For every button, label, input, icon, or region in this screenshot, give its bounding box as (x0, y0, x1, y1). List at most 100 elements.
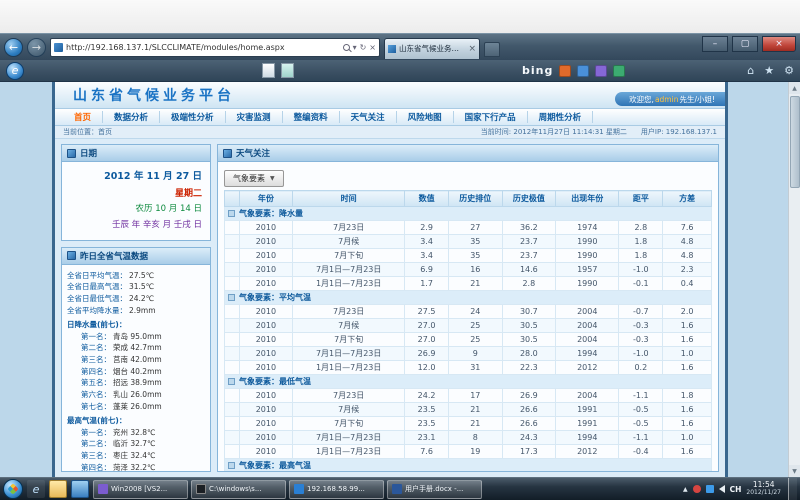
task-buttons: Win2008 [VS2...C:\windows\s...192.168.58… (93, 480, 482, 499)
table-row[interactable]: 20107月候27.02530.52004-0.31.6 (225, 319, 712, 333)
table-row[interactable]: 20107月下旬23.52126.61991-0.51.6 (225, 417, 712, 431)
clock[interactable]: 11:54 2012/11/27 (746, 481, 783, 497)
nav-item-2[interactable]: 极端性分析 (160, 111, 226, 123)
group-title: 气象要素：最低气温 (239, 377, 311, 386)
expand-icon[interactable] (228, 210, 235, 217)
table-row[interactable]: 20107月候3.43523.719901.84.8 (225, 235, 712, 249)
column-header[interactable]: 时间 (293, 191, 405, 207)
taskbar-explorer-icon[interactable] (49, 480, 67, 498)
rank-item: 第七名：蓬莱 26.0mm (67, 401, 205, 413)
search-icon[interactable] (343, 44, 350, 51)
column-header[interactable]: 距平 (619, 191, 663, 207)
taskbar-task-1[interactable]: C:\windows\s... (191, 480, 286, 499)
nav-item-0[interactable]: 首页 (63, 111, 103, 123)
tray-status-icon[interactable] (693, 485, 701, 493)
scroll-up-icon[interactable]: ▲ (789, 82, 800, 94)
page-body: 日期 2012 年 11 月 27 日 星期二 农历 10 月 14 日 壬辰 … (55, 139, 725, 477)
tools-gear-icon[interactable]: ⚙ (784, 64, 794, 77)
table-group-row[interactable]: 气象要素：最高气温 (225, 459, 712, 473)
table-row[interactable]: 20107月下旬3.43523.719901.84.8 (225, 249, 712, 263)
page-favicon-icon (54, 43, 63, 52)
taskbar-task-3[interactable]: 用户手册.docx -... (387, 480, 482, 499)
refresh-icon[interactable]: ↻ (360, 43, 367, 52)
weather-panel-header: 昨日全省气温数据 (62, 248, 210, 265)
bing-logo[interactable]: bing (522, 64, 553, 77)
nav-item-8[interactable]: 周期性分析 (528, 111, 594, 123)
taskbar-app-icon[interactable] (71, 480, 89, 498)
column-header[interactable]: 年份 (239, 191, 293, 207)
column-header-blank (225, 191, 240, 207)
taskbar-task-0[interactable]: Win2008 [VS2... (93, 480, 188, 499)
favorites-bar-icon[interactable] (595, 65, 607, 77)
taskbar-ie-icon[interactable]: e (27, 480, 45, 498)
user-ip: 用户IP: 192.168.137.1 (641, 127, 717, 137)
maximize-button[interactable]: ▢ (732, 36, 758, 52)
favorites-star-icon[interactable]: ★ (764, 64, 774, 77)
tab-close-icon[interactable]: × (468, 44, 476, 54)
favorites-bar-icon[interactable] (613, 65, 625, 77)
scrollbar-thumb[interactable] (790, 96, 800, 188)
element-filter-label: 气象要素 (233, 173, 265, 184)
column-header[interactable]: 历史极值 (502, 191, 556, 207)
scroll-down-icon[interactable]: ▼ (789, 465, 800, 477)
tray-volume-icon[interactable] (719, 485, 725, 493)
column-header[interactable]: 方差 (663, 191, 712, 207)
language-indicator[interactable]: CH (730, 485, 742, 494)
table-row[interactable]: 20107月1日—7月23日6.91614.61957-1.02.3 (225, 263, 712, 277)
rank-item: 第五名：招远 38.9mm (67, 377, 205, 389)
table-row[interactable]: 20107月23日2.92736.219742.87.6 (225, 221, 712, 235)
expand-icon[interactable] (228, 294, 235, 301)
favorites-bar-icon[interactable] (559, 65, 571, 77)
table-row[interactable]: 20107月23日24.21726.92004-1.11.8 (225, 389, 712, 403)
minimize-button[interactable]: – (702, 36, 728, 52)
weather-stat: 全省日最低气温：24.2℃ (67, 293, 205, 305)
document-icon[interactable] (262, 63, 275, 78)
browser-back-button[interactable]: ← (4, 38, 23, 57)
table-row[interactable]: 20107月下旬27.02530.52004-0.31.6 (225, 333, 712, 347)
chevron-down-icon[interactable]: ▾ (353, 43, 357, 52)
stop-icon[interactable]: × (369, 43, 376, 52)
mail-icon[interactable] (281, 63, 294, 78)
table-row[interactable]: 20107月1日—7月23日23.1824.31994-1.11.0 (225, 431, 712, 445)
table-row[interactable]: 20107月1日—7月23日26.9928.01994-1.01.0 (225, 347, 712, 361)
nav-item-3[interactable]: 灾害监测 (226, 111, 283, 123)
nav-item-1[interactable]: 数据分析 (103, 111, 160, 123)
table-row[interactable]: 20101月1日—7月23日1.7212.81990-0.10.4 (225, 277, 712, 291)
home-icon[interactable]: ⌂ (747, 64, 754, 77)
vertical-scrollbar[interactable]: ▲ ▼ (788, 82, 800, 477)
nav-item-5[interactable]: 天气关注 (340, 111, 397, 123)
address-bar[interactable]: http://192.168.137.1/SLCCLIMATE/modules/… (50, 38, 380, 57)
table-row[interactable]: 20107月23日27.52430.72004-0.72.0 (225, 305, 712, 319)
column-header[interactable]: 数值 (405, 191, 449, 207)
table-group-row[interactable]: 气象要素：降水量 (225, 207, 712, 221)
nav-item-6[interactable]: 风险地图 (397, 111, 454, 123)
browser-forward-button[interactable]: → (27, 38, 46, 57)
task-icon (196, 484, 206, 494)
nav-item-4[interactable]: 整编资料 (283, 111, 340, 123)
table-row[interactable]: 20107月候23.52126.61991-0.51.6 (225, 403, 712, 417)
column-header[interactable]: 出现年份 (556, 191, 619, 207)
favorites-bar-icon[interactable] (577, 65, 589, 77)
table-group-row[interactable]: 气象要素：最低气温 (225, 375, 712, 389)
expand-icon[interactable] (228, 462, 235, 469)
new-tab-button[interactable] (484, 42, 500, 57)
hidden-icons-button[interactable]: ▲ (683, 486, 688, 493)
start-button[interactable] (3, 479, 23, 499)
table-row[interactable]: 20101月1日—7月23日7.61917.32012-0.41.6 (225, 445, 712, 459)
column-header[interactable]: 历史排位 (449, 191, 503, 207)
show-desktop-button[interactable] (788, 478, 797, 500)
ie-logo-icon[interactable]: e (6, 62, 24, 80)
thermometer-icon (67, 251, 76, 260)
filter-row: 气象要素 ▼ (218, 162, 718, 190)
element-filter-button[interactable]: 气象要素 ▼ (224, 170, 284, 187)
table-group-row[interactable]: 气象要素：平均气温 (225, 291, 712, 305)
tray-network-icon[interactable] (706, 485, 714, 493)
taskbar-task-2[interactable]: 192.168.58.99... (289, 480, 384, 499)
close-button[interactable]: × (762, 36, 796, 52)
welcome-prefix: 欢迎您, (629, 94, 654, 105)
browser-tab[interactable]: 山东省气候业务平台 × (384, 38, 480, 59)
nav-item-7[interactable]: 国家下行产品 (454, 111, 528, 123)
expand-icon[interactable] (228, 378, 235, 385)
address-url[interactable]: http://192.168.137.1/SLCCLIMATE/modules/… (66, 43, 340, 52)
table-row[interactable]: 20101月1日—7月23日12.03122.320120.21.6 (225, 361, 712, 375)
